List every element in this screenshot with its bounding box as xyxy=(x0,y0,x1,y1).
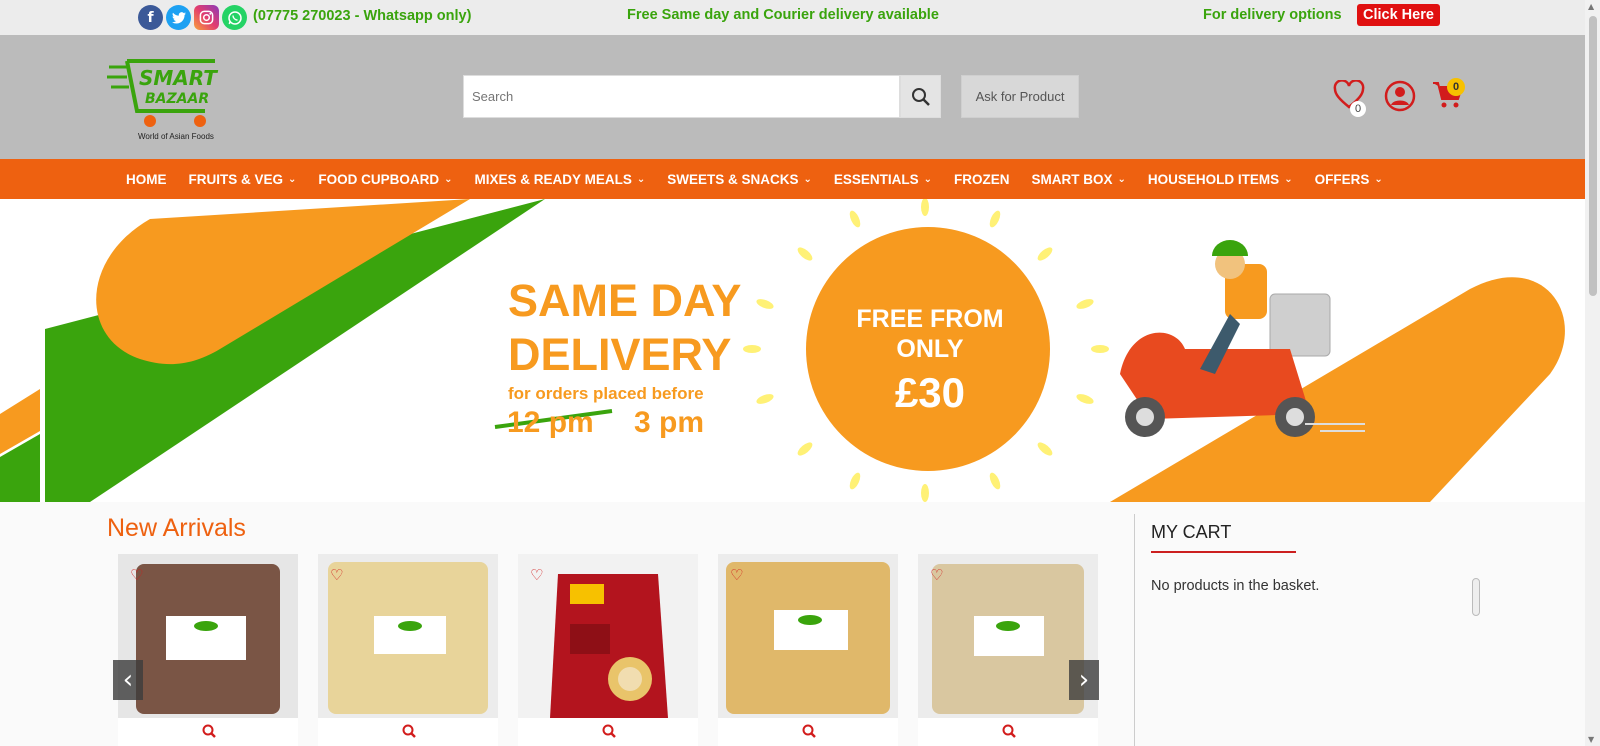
product-image-brown-lentil xyxy=(118,554,298,718)
banner-price: £30 xyxy=(894,369,966,416)
scrollbar-thumb[interactable] xyxy=(1589,16,1597,296)
mini-cart: MY CART No products in the basket. xyxy=(1134,514,1494,746)
ask-for-product-button[interactable]: Ask for Product xyxy=(961,75,1079,118)
main-nav: HOME FRUITS & VEG ⌄ FOOD CUPBOARD ⌄ MIXES & R… xyxy=(0,159,1585,199)
zoom-search-icon[interactable] xyxy=(602,724,616,743)
product-card[interactable]: ♡ xyxy=(118,554,298,746)
delivery-message: Free Same day and Courier delivery avail… xyxy=(627,7,939,23)
wishlist-count-badge: 0 xyxy=(1350,101,1366,117)
social-links: f xyxy=(138,5,247,30)
nav-items: HOME FRUITS & VEG ⌄ FOOD CUPBOARD ⌄ MIXES & R… xyxy=(126,159,1405,199)
product-image-mtr-masala-rava-idli xyxy=(518,554,698,718)
nav-item-label: HOME xyxy=(126,171,167,187)
chevron-down-icon: ⌄ xyxy=(803,173,812,185)
nav-item-label: SMART BOX xyxy=(1031,171,1113,187)
svg-text:BAZAAR: BAZAAR xyxy=(145,91,209,107)
svg-text:World of Asian Foods: World of Asian Foods xyxy=(138,132,214,141)
nav-item-mixes-ready-meals[interactable]: MIXES & READY MEALS ⌄ xyxy=(475,172,646,187)
twitter-icon[interactable] xyxy=(166,5,191,30)
phone-number: (07775 270023 - Whatsapp only) xyxy=(253,8,472,24)
facebook-icon[interactable]: f xyxy=(138,5,163,30)
nav-item-household-items[interactable]: HOUSEHOLD ITEMS ⌄ xyxy=(1148,172,1293,187)
chevron-right-icon: › xyxy=(1078,665,1090,695)
cart-empty-message: No products in the basket. xyxy=(1151,578,1320,594)
whatsapp-icon[interactable] xyxy=(222,5,247,30)
product-card[interactable]: ♡ xyxy=(318,554,498,746)
page-scrollbar[interactable]: ▲ ▼ xyxy=(1585,0,1600,746)
smart-bazaar-logo[interactable]: SMART BAZAAR World of Asian Foods xyxy=(105,53,230,143)
chevron-down-icon: ⌄ xyxy=(636,173,646,185)
zoom-search-icon[interactable] xyxy=(802,724,816,743)
nav-item-essentials[interactable]: ESSENTIALS ⌄ xyxy=(834,172,932,187)
banner-free-text: FREE FROM ONLY xyxy=(856,305,1004,363)
instagram-icon[interactable] xyxy=(194,5,219,30)
nav-item-label: OFFERS xyxy=(1314,171,1370,187)
zoom-search-icon[interactable] xyxy=(402,724,416,743)
wishlist-heart-icon[interactable]: ♡ xyxy=(530,566,543,584)
nav-item-fruits-veg[interactable]: FRUITS & VEG ⌄ xyxy=(189,172,297,187)
banner-title: SAME DAY DELIVERY xyxy=(508,275,742,380)
nav-item-sweets-snacks[interactable]: SWEETS & SNACKS ⌄ xyxy=(667,172,812,187)
search-box[interactable] xyxy=(463,75,900,118)
hero-banner[interactable]: SAME DAY DELIVERY for orders placed befo… xyxy=(0,199,1585,502)
cart-title: MY CART xyxy=(1151,522,1232,542)
chevron-down-icon: ⌄ xyxy=(1117,173,1126,185)
cart-scrollbar[interactable] xyxy=(1472,578,1480,616)
wishlist-heart-icon[interactable]: ♡ xyxy=(130,566,143,584)
nav-item-label: SWEETS & SNACKS xyxy=(667,171,799,187)
cart-count-badge: 0 xyxy=(1447,78,1465,96)
banner-new-time: 3 pm xyxy=(634,406,705,439)
nav-item-label: ESSENTIALS xyxy=(833,171,919,187)
nav-item-home[interactable]: HOME xyxy=(126,172,167,187)
chevron-down-icon: ⌄ xyxy=(1374,173,1383,185)
zoom-search-icon[interactable] xyxy=(202,724,216,743)
product-card[interactable]: ♡ xyxy=(918,554,1098,746)
search-input[interactable] xyxy=(464,76,899,117)
banner-subtitle: for orders placed before xyxy=(508,384,704,403)
search-icon xyxy=(911,87,930,106)
cart-title-underline xyxy=(1151,551,1296,553)
svg-text:SMART: SMART xyxy=(139,66,218,90)
nav-item-label: FRUITS & VEG xyxy=(188,171,284,187)
chevron-left-icon: ‹ xyxy=(122,665,134,695)
product-card[interactable]: ♡ xyxy=(518,554,698,746)
wishlist-heart-icon[interactable]: ♡ xyxy=(330,566,343,584)
product-image-yellow-dal xyxy=(318,554,498,718)
nav-item-frozen[interactable]: FROZEN xyxy=(954,172,1010,187)
nav-item-food-cupboard[interactable]: FOOD CUPBOARD ⌄ xyxy=(318,172,452,187)
zoom-search-icon[interactable] xyxy=(1002,724,1016,743)
nav-item-label: FOOD CUPBOARD xyxy=(318,171,440,187)
nav-item-label: HOUSEHOLD ITEMS xyxy=(1147,171,1280,187)
nav-item-label: FROZEN xyxy=(954,171,1010,187)
new-arrivals-title: New Arrivals xyxy=(107,514,246,542)
top-bar: f (07775 270023 - Whatsapp only) Free Sa… xyxy=(0,0,1585,35)
product-card[interactable]: ♡ xyxy=(718,554,898,746)
click-here-button[interactable]: Click Here xyxy=(1357,4,1440,26)
carousel-prev-button[interactable]: ‹ xyxy=(113,660,143,700)
chevron-down-icon: ⌄ xyxy=(444,173,453,185)
banner-old-time: 12 pm xyxy=(507,406,594,439)
nav-item-smart-box[interactable]: SMART BOX ⌄ xyxy=(1032,172,1126,187)
chevron-down-icon: ⌄ xyxy=(288,173,297,185)
nav-item-label: MIXES & READY MEALS xyxy=(474,171,632,187)
account-button[interactable] xyxy=(1384,80,1416,117)
main-content: New Arrivals ♡ ♡ ♡ ♡ ♡ ‹ › MY CART No pr… xyxy=(0,502,1585,746)
wishlist-heart-icon[interactable]: ♡ xyxy=(730,566,743,584)
chevron-down-icon: ⌄ xyxy=(1284,173,1293,185)
nav-item-offers[interactable]: OFFERS ⌄ xyxy=(1315,172,1383,187)
chevron-down-icon: ⌄ xyxy=(923,173,933,185)
wishlist-heart-icon[interactable]: ♡ xyxy=(930,566,943,584)
header: SMART BAZAAR World of Asian Foods Ask fo… xyxy=(0,35,1585,159)
product-image-chana-dal xyxy=(718,554,898,718)
banner-graphic xyxy=(0,199,1565,502)
delivery-options-label: For delivery options xyxy=(1203,7,1342,23)
search-button[interactable] xyxy=(900,75,941,118)
scroll-down-icon[interactable]: ▼ xyxy=(1588,735,1594,744)
user-icon xyxy=(1384,80,1416,112)
scroll-up-icon[interactable]: ▲ xyxy=(1588,2,1594,11)
carousel-next-button[interactable]: › xyxy=(1069,660,1099,700)
